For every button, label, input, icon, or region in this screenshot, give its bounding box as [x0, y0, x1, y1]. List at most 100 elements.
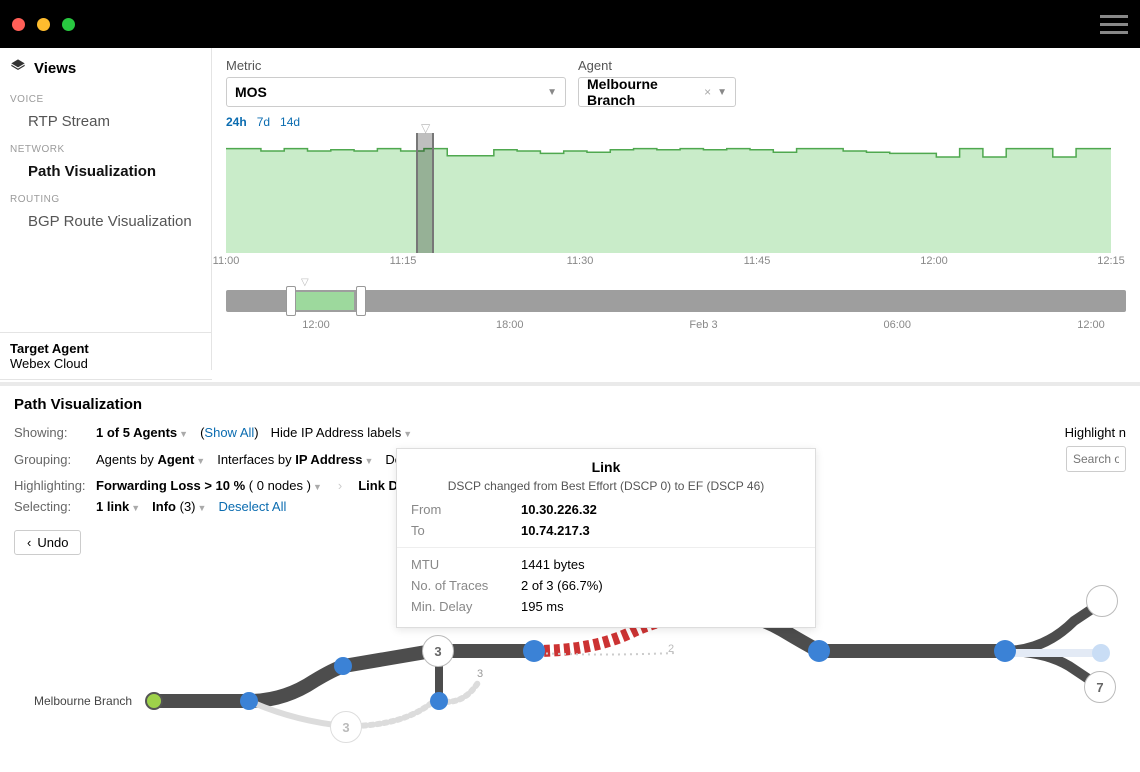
agents-by: Agents by	[96, 452, 157, 467]
agents-by-value[interactable]: Agent	[157, 452, 194, 467]
caret-down-icon: ▼	[403, 429, 412, 439]
tt-mtu-label: MTU	[397, 554, 507, 575]
sidebar-header: Views	[0, 58, 211, 86]
traffic-lights	[12, 18, 75, 31]
nodes-count: ( 0 nodes )	[245, 478, 311, 493]
overview-chart[interactable]: ▽	[226, 283, 1126, 319]
chevron-left-icon: ‹	[27, 535, 31, 550]
close-window-icon[interactable]	[12, 18, 25, 31]
info-count: (3)	[180, 499, 196, 514]
undo-label: Undo	[37, 535, 68, 550]
caret-down-icon: ▼	[364, 456, 373, 466]
sidebar-section-network: NETWORK	[0, 136, 211, 157]
selecting-label: Selecting:	[14, 499, 84, 514]
interfaces-by-value[interactable]: IP Address	[295, 452, 362, 467]
target-agent-box: Target Agent Webex Cloud	[0, 332, 212, 380]
tooltip-title: Link	[407, 459, 805, 475]
window-titlebar	[0, 0, 1140, 48]
minimize-window-icon[interactable]	[37, 18, 50, 31]
chart-xaxis: 11:0011:1511:3011:4512:0012:15	[226, 255, 1126, 269]
node-hop[interactable]	[334, 657, 352, 675]
node-hop[interactable]	[523, 640, 545, 662]
showing-label: Showing:	[14, 425, 84, 440]
overview-handle-left[interactable]	[286, 286, 296, 316]
caret-down-icon: ▼	[198, 503, 207, 513]
undo-button[interactable]: ‹ Undo	[14, 530, 81, 555]
node-endpoint[interactable]	[1086, 585, 1118, 617]
caret-down-icon: ▼	[179, 429, 188, 439]
link-tooltip: Link DSCP changed from Best Effort (DSCP…	[396, 448, 816, 628]
node-hop[interactable]	[994, 640, 1016, 662]
sidebar-item-path-visualization[interactable]: Path Visualization	[0, 157, 211, 186]
forwarding-loss[interactable]: Forwarding Loss > 10 %	[96, 478, 245, 493]
tt-delay-label: Min. Delay	[397, 596, 507, 617]
time-selector[interactable]	[416, 133, 434, 253]
tt-mtu-value: 1441 bytes	[507, 554, 815, 575]
mos-chart[interactable]: ▽	[226, 133, 1126, 253]
agent-value: Melbourne Branch	[587, 76, 704, 108]
search-input[interactable]	[1066, 446, 1126, 472]
tt-from-label: From	[397, 499, 507, 520]
section-title: Path Visualization	[14, 396, 1126, 413]
metric-dropdown[interactable]: MOS ▼	[226, 77, 566, 107]
metric-label: Metric	[226, 58, 566, 73]
tt-to-label: To	[397, 520, 507, 541]
node-origin[interactable]	[145, 692, 163, 710]
tt-traces-value: 2 of 3 (66.7%)	[507, 575, 815, 596]
node-hop[interactable]	[808, 640, 830, 662]
chevron-right-icon: ›	[338, 478, 342, 493]
origin-label: Melbourne Branch	[34, 694, 132, 708]
maximize-window-icon[interactable]	[62, 18, 75, 31]
overview-marker-icon: ▽	[301, 277, 309, 288]
interfaces-by: Interfaces by	[217, 452, 295, 467]
node-hop[interactable]	[240, 692, 258, 710]
metric-value: MOS	[235, 84, 267, 100]
timerange-14d[interactable]: 14d	[280, 115, 300, 129]
path-visualization-section: Path Visualization Showing: 1 of 5 Agent…	[0, 382, 1140, 771]
agents-count[interactable]: 1 of 5 Agents	[96, 425, 177, 440]
tt-delay-value: 195 ms	[507, 596, 815, 617]
agent-label: Agent	[578, 58, 736, 73]
sidebar-item-rtp-stream[interactable]: RTP Stream	[0, 107, 211, 136]
info-toggle[interactable]: Info	[152, 499, 176, 514]
layers-icon	[10, 58, 26, 78]
hamburger-menu-icon[interactable]	[1100, 10, 1128, 39]
show-all-link[interactable]: Show All	[204, 425, 254, 440]
hop-badge: 2	[668, 643, 674, 655]
deselect-all-link[interactable]: Deselect All	[218, 499, 286, 514]
caret-down-icon: ▼	[196, 456, 205, 466]
tt-from-value: 10.30.226.32	[507, 499, 815, 520]
node-group-3[interactable]: 3	[422, 635, 454, 667]
caret-down-icon: ▼	[717, 87, 727, 98]
highlighting-label: Highlighting:	[14, 478, 84, 493]
node-hop-faint[interactable]	[1092, 644, 1110, 662]
caret-down-icon: ▼	[547, 87, 557, 98]
sidebar: Views VOICE RTP Stream NETWORK Path Visu…	[0, 48, 212, 370]
timerange-24h[interactable]: 24h	[226, 115, 247, 129]
overview-handle-right[interactable]	[356, 286, 366, 316]
overview-data	[294, 292, 354, 310]
node-hop[interactable]	[430, 692, 448, 710]
agent-dropdown[interactable]: Melbourne Branch × ▼	[578, 77, 736, 107]
showing-row: Showing: 1 of 5 Agents▼ (Show All) Hide …	[14, 425, 1126, 440]
sidebar-item-bgp-route[interactable]: BGP Route Visualization	[0, 207, 211, 236]
time-range-tabs: 24h 7d 14d	[212, 111, 1140, 129]
grouping-label: Grouping:	[14, 452, 84, 467]
clear-agent-icon[interactable]: ×	[704, 85, 711, 99]
hide-ip-toggle[interactable]: Hide IP Address labels	[271, 425, 402, 440]
sidebar-section-routing: ROUTING	[0, 186, 211, 207]
tt-traces-label: No. of Traces	[397, 575, 507, 596]
tooltip-subtitle: DSCP changed from Best Effort (DSCP 0) t…	[407, 479, 805, 493]
caret-down-icon: ▼	[131, 503, 140, 513]
caret-down-icon: ▼	[313, 482, 322, 492]
timerange-7d[interactable]: 7d	[257, 115, 270, 129]
hop-badge: 3	[477, 668, 483, 680]
link-count[interactable]: 1 link	[96, 499, 129, 514]
tt-to-value: 10.74.217.3	[507, 520, 815, 541]
node-group-7[interactable]: 7	[1084, 671, 1116, 703]
main-panel: Metric MOS ▼ Agent Melbourne Branch × ▼	[212, 48, 1140, 370]
highlight-label: Highlight n	[1065, 425, 1126, 440]
overview-xaxis: 12:0018:00Feb 306:0012:00	[226, 319, 1126, 335]
target-agent-value: Webex Cloud	[10, 356, 202, 371]
node-group-3-faint[interactable]: 3	[330, 711, 362, 743]
